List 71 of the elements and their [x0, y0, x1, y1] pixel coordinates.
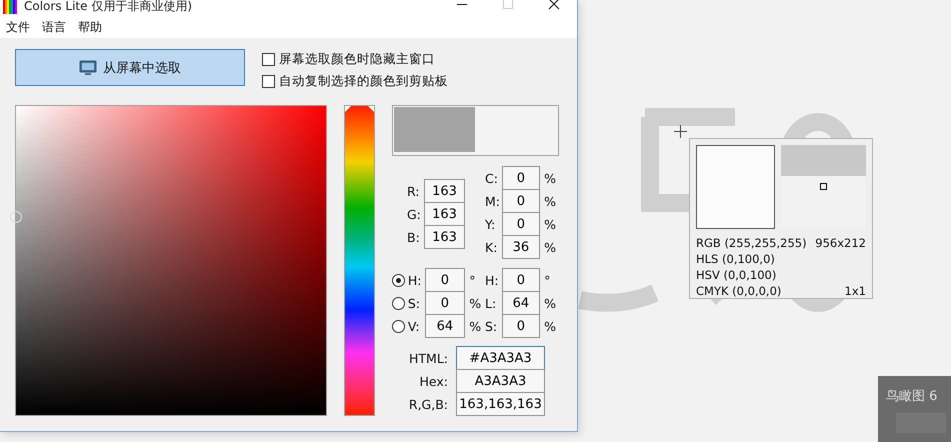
number-field[interactable]: 0 — [502, 314, 540, 338]
code-label: Hex: — [418, 374, 448, 389]
field-label: H: — [408, 273, 422, 288]
code-label: R,G,B: — [408, 397, 448, 412]
pixel-marker — [820, 183, 827, 190]
unit-label: % — [543, 217, 557, 232]
unit-label: % — [543, 240, 557, 255]
field-label: H: — [485, 273, 500, 288]
checkbox[interactable] — [262, 52, 275, 66]
field-label: C: — [485, 171, 499, 186]
radio-button[interactable] — [392, 320, 405, 333]
menu-item[interactable]: 语言 — [38, 18, 70, 36]
monitor-icon — [79, 60, 97, 76]
color-info: HSV (0,0,100) — [696, 267, 776, 283]
size-info: 1x1 — [844, 283, 866, 299]
color-info: RGB (255,255,255) — [696, 235, 807, 251]
window-title: Colors Lite 仅用于非商业使用) — [24, 0, 192, 14]
field-label: L: — [485, 296, 498, 311]
number-field[interactable]: 163 — [424, 202, 465, 226]
code-field[interactable]: #A3A3A3 — [456, 346, 545, 370]
field-label: B: — [407, 230, 421, 245]
unit-label: % — [543, 194, 557, 209]
number-field[interactable]: 0 — [502, 268, 540, 292]
field-label: G: — [407, 207, 422, 222]
field-label: M: — [485, 194, 501, 209]
radio-button[interactable] — [392, 274, 405, 287]
option-label: 屏幕选取颜色时隐藏主窗口 — [279, 50, 435, 68]
unit-label: % — [468, 319, 482, 334]
unit-label: ° — [468, 273, 476, 288]
number-field[interactable]: 0 — [502, 212, 540, 236]
unit-label: % — [468, 296, 482, 311]
marker-arrow-icon — [345, 106, 351, 112]
number-field[interactable]: 64 — [424, 314, 466, 338]
color-info: HLS (0,100,0) — [696, 251, 775, 267]
panel-title: 鸟瞰图 6 — [886, 389, 938, 404]
pick-from-screen-button[interactable]: 从屏幕中选取 — [15, 49, 245, 86]
crosshair-icon — [674, 125, 687, 138]
option-label: 自动复制选择的颜色到剪贴板 — [279, 72, 448, 90]
radio-button[interactable] — [392, 297, 405, 310]
unit-label: % — [543, 171, 557, 186]
number-field[interactable]: 64 — [502, 291, 540, 315]
menu-item[interactable]: 帮助 — [74, 18, 106, 36]
number-field[interactable]: 163 — [424, 179, 465, 203]
hue-marker[interactable] — [345, 106, 374, 112]
field-label: Y: — [485, 217, 496, 232]
number-field[interactable]: 0 — [424, 291, 466, 315]
checkbox[interactable] — [262, 74, 275, 88]
field-label: R: — [407, 184, 421, 199]
field-label: S: — [485, 319, 498, 334]
color-info: CMYK (0,0,0,0) — [696, 283, 782, 299]
code-label: HTML: — [408, 351, 448, 366]
menu-item[interactable]: 文件 — [2, 18, 34, 36]
code-field[interactable]: 163,163,163 — [456, 392, 545, 416]
number-field[interactable]: 36 — [502, 235, 540, 259]
maximize-icon — [503, 0, 513, 9]
unit-label: ° — [543, 273, 552, 288]
number-field[interactable]: 163 — [424, 225, 465, 249]
number-field[interactable]: 0 — [502, 166, 540, 190]
field-label: K: — [485, 240, 498, 255]
hue-slider[interactable] — [344, 105, 375, 416]
size-info: 956x212 — [815, 235, 866, 251]
marker-arrow-icon — [368, 106, 374, 112]
number-field[interactable]: 0 — [502, 189, 540, 213]
code-field[interactable]: A3A3A3 — [456, 369, 545, 393]
field-label: S: — [408, 296, 422, 311]
number-field[interactable]: 0 — [424, 268, 466, 292]
unit-label: % — [543, 319, 557, 334]
field-label: V: — [408, 319, 421, 334]
app-icon — [2, 0, 18, 15]
unit-label: % — [543, 296, 557, 311]
close-icon — [548, 0, 560, 10]
